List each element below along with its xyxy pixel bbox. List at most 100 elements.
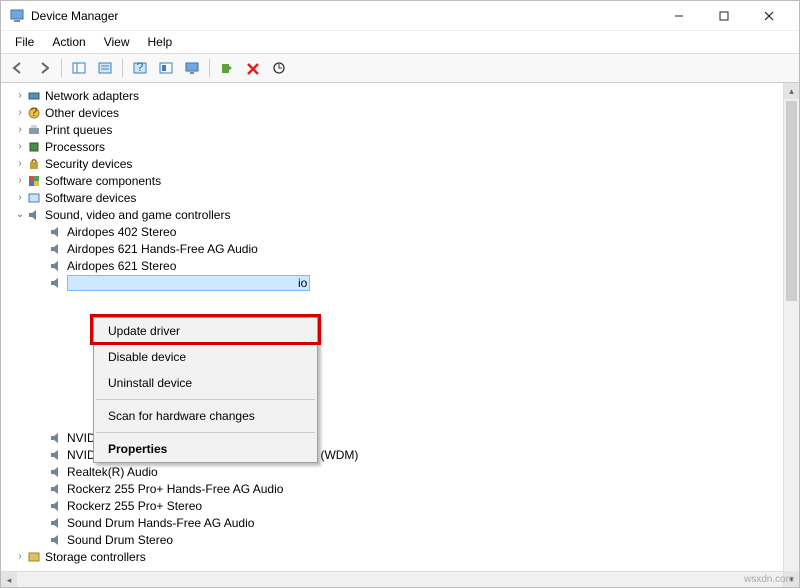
watermark: wsxdn.com: [744, 574, 794, 585]
toolbar-separator: [122, 59, 123, 77]
tree-category-label: Software devices: [45, 191, 136, 205]
ctx-properties[interactable]: Properties: [94, 436, 317, 462]
ctx-scan-hardware[interactable]: Scan for hardware changes: [94, 403, 317, 429]
tree-category-storage[interactable]: › Storage controllers: [13, 548, 799, 565]
show-hide-tree-button[interactable]: [68, 57, 90, 79]
scroll-up-arrow[interactable]: ▴: [784, 83, 799, 99]
device-label: Airdopes 621 Hands-Free AG Audio: [67, 242, 258, 256]
device-label: Rockerz 255 Pro+ Hands-Free AG Audio: [67, 482, 283, 496]
device-label: Sound Drum Hands-Free AG Audio: [67, 516, 254, 530]
scroll-left-arrow[interactable]: ◂: [1, 572, 17, 587]
ctx-uninstall-device[interactable]: Uninstall device: [94, 370, 317, 396]
tree-category[interactable]: › Security devices: [13, 155, 799, 172]
device-label: Airdopes 402 Stereo: [67, 225, 176, 239]
scroll-thumb[interactable]: [786, 101, 797, 301]
device-label: Realtek(R) Audio: [67, 465, 158, 479]
tree-device-selected[interactable]: io: [35, 274, 799, 291]
speaker-icon: [49, 242, 63, 256]
device-label: io: [67, 275, 310, 291]
tree-device[interactable]: Rockerz 255 Pro+ Hands-Free AG Audio: [35, 480, 799, 497]
ctx-separator: [96, 399, 315, 400]
device-label: Sound Drum Stereo: [67, 533, 173, 547]
expand-icon[interactable]: ›: [13, 551, 27, 562]
properties-button[interactable]: [94, 57, 116, 79]
titlebar: Device Manager: [1, 1, 799, 31]
menubar: File Action View Help: [1, 31, 799, 54]
tree-device[interactable]: Airdopes 621 Stereo: [35, 257, 799, 274]
speaker-icon: [49, 431, 63, 445]
expand-icon[interactable]: ›: [13, 90, 27, 101]
speaker-icon: [49, 276, 63, 290]
svg-text:?: ?: [137, 61, 144, 74]
tree-category[interactable]: ›? Other devices: [13, 104, 799, 121]
tree-category-label: Sound, video and game controllers: [45, 208, 230, 222]
menu-action[interactable]: Action: [44, 33, 93, 51]
ctx-update-driver[interactable]: Update driver: [94, 318, 317, 344]
tree-category-label: Storage controllers: [45, 550, 146, 564]
device-label: Rockerz 255 Pro+ Stereo: [67, 499, 202, 513]
uninstall-button[interactable]: [242, 57, 264, 79]
tree-view[interactable]: › Network adapters ›? Other devices › Print q…: [1, 83, 799, 587]
window-title: Device Manager: [31, 9, 656, 23]
tree-category-label: Network adapters: [45, 89, 139, 103]
speaker-icon: [27, 208, 41, 222]
monitor-button[interactable]: [181, 57, 203, 79]
vertical-scrollbar[interactable]: ▴ ▾: [783, 83, 799, 587]
other-icon: ?: [27, 106, 41, 120]
tree-category[interactable]: › Network adapters: [13, 87, 799, 104]
tree-device[interactable]: Rockerz 255 Pro+ Stereo: [35, 497, 799, 514]
menu-view[interactable]: View: [96, 33, 138, 51]
ctx-disable-device[interactable]: Disable device: [94, 344, 317, 370]
svg-text:?: ?: [31, 106, 38, 119]
tree-category-label: Processors: [45, 140, 105, 154]
tree-device[interactable]: Sound Drum Stereo: [35, 531, 799, 548]
toolbar-separator: [61, 59, 62, 77]
ctx-separator: [96, 432, 315, 433]
action-button[interactable]: [155, 57, 177, 79]
device-label: Airdopes 621 Stereo: [67, 259, 176, 273]
menu-help[interactable]: Help: [140, 33, 181, 51]
security-icon: [27, 157, 41, 171]
printer-icon: [27, 123, 41, 137]
forward-button[interactable]: [33, 57, 55, 79]
close-button[interactable]: [746, 2, 791, 30]
expand-icon[interactable]: ›: [13, 158, 27, 169]
tree-category[interactable]: › Print queues: [13, 121, 799, 138]
tree-device[interactable]: Sound Drum Hands-Free AG Audio: [35, 514, 799, 531]
expand-icon[interactable]: ›: [13, 124, 27, 135]
speaker-icon: [49, 465, 63, 479]
collapse-icon[interactable]: ⌄: [13, 209, 27, 220]
softcomp-icon: [27, 174, 41, 188]
tree-category[interactable]: › Software devices: [13, 189, 799, 206]
speaker-icon: [49, 259, 63, 273]
tree-category-sound[interactable]: ⌄ Sound, video and game controllers: [13, 206, 799, 223]
minimize-button[interactable]: [656, 2, 701, 30]
expand-icon[interactable]: ›: [13, 192, 27, 203]
softdev-icon: [27, 191, 41, 205]
horizontal-scrollbar[interactable]: ◂: [1, 571, 783, 587]
speaker-icon: [49, 482, 63, 496]
back-button[interactable]: [7, 57, 29, 79]
maximize-button[interactable]: [701, 2, 746, 30]
scan-hardware-button[interactable]: [268, 57, 290, 79]
app-icon: [9, 8, 25, 24]
update-driver-button[interactable]: [216, 57, 238, 79]
tree-device[interactable]: Realtek(R) Audio: [35, 463, 799, 480]
tree-category[interactable]: ›Software components: [13, 172, 799, 189]
expand-icon[interactable]: ›: [13, 175, 27, 186]
storage-icon: [27, 550, 41, 564]
expand-icon[interactable]: ›: [13, 141, 27, 152]
tree-category-label: Print queues: [45, 123, 112, 137]
tree-category-label: Security devices: [45, 157, 132, 171]
tree-category-label: Other devices: [45, 106, 119, 120]
tree-category[interactable]: › Processors: [13, 138, 799, 155]
speaker-icon: [49, 516, 63, 530]
toolbar-separator: [209, 59, 210, 77]
tree-device[interactable]: Airdopes 621 Hands-Free AG Audio: [35, 240, 799, 257]
menu-file[interactable]: File: [7, 33, 42, 51]
help-button[interactable]: ?: [129, 57, 151, 79]
speaker-icon: [49, 499, 63, 513]
tree-device[interactable]: Airdopes 402 Stereo: [35, 223, 799, 240]
context-menu: Update driver Disable device Uninstall d…: [93, 317, 318, 463]
expand-icon[interactable]: ›: [13, 107, 27, 118]
